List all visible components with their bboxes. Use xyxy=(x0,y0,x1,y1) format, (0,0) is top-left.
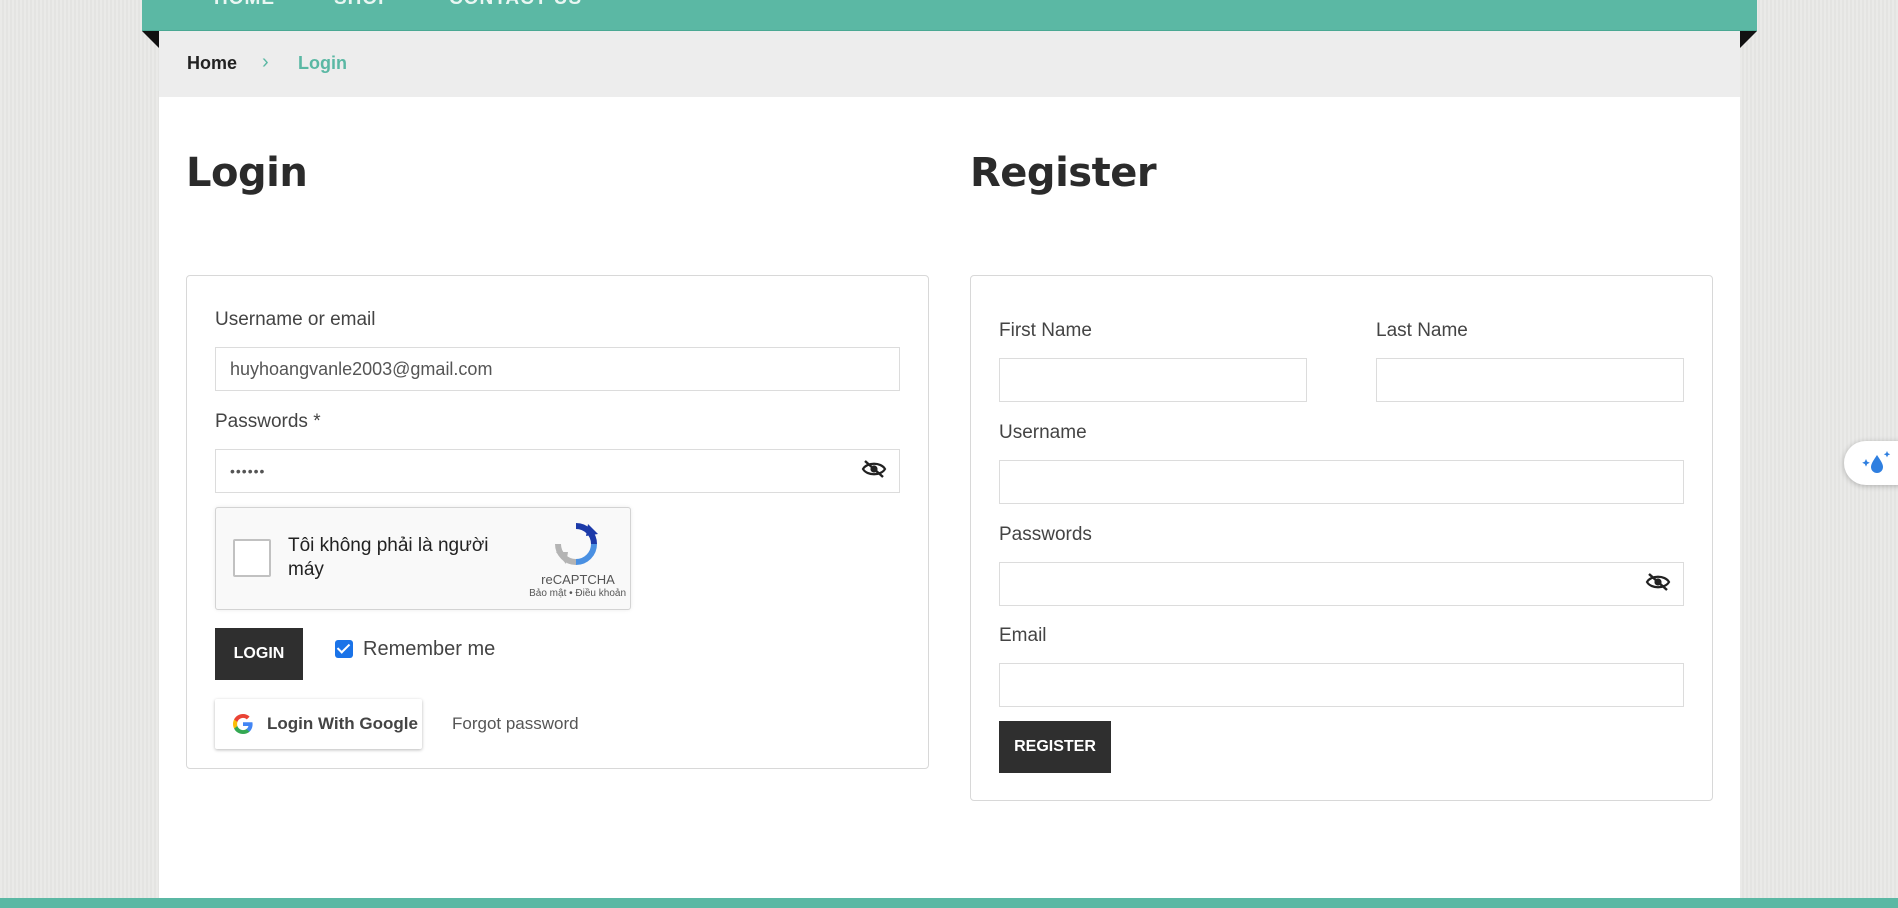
floating-tool-tab[interactable] xyxy=(1844,441,1898,485)
email-input[interactable] xyxy=(999,663,1684,707)
register-password-input[interactable] xyxy=(999,562,1684,606)
eye-slash-icon[interactable] xyxy=(861,459,887,479)
breadcrumb: Home › Login xyxy=(159,31,1740,97)
eye-slash-icon[interactable] xyxy=(1645,572,1671,592)
register-button[interactable]: REGISTER xyxy=(999,721,1111,773)
footer-accent-bar xyxy=(0,898,1898,908)
recaptcha-widget: Tôi không phải là người máy reCAPTCHA Bả… xyxy=(215,507,631,610)
breadcrumb-home-link[interactable]: Home xyxy=(187,53,237,74)
recaptcha-text: Tôi không phải là người máy xyxy=(288,535,489,580)
register-title: Register xyxy=(970,150,1157,196)
nav-item-contact[interactable]: CONTACT US xyxy=(449,0,582,10)
login-with-google-button[interactable]: Login With Google xyxy=(215,699,422,749)
nav-item-home[interactable]: HOME xyxy=(214,0,275,10)
google-logo-icon xyxy=(233,714,253,734)
login-title: Login xyxy=(186,150,308,196)
top-navigation: HOME SHOP CONTACT US xyxy=(142,0,1757,31)
recaptcha-links[interactable]: Bảo mật • Điều khoản xyxy=(506,588,626,599)
first-name-input[interactable] xyxy=(999,358,1307,402)
recaptcha-checkbox[interactable] xyxy=(233,539,271,577)
google-button-label: Login With Google xyxy=(267,714,418,733)
chevron-right-icon: › xyxy=(262,51,269,73)
register-password-label: Passwords xyxy=(999,524,1092,545)
password-input[interactable]: •••••• xyxy=(215,449,900,493)
remember-me-checkbox[interactable] xyxy=(335,640,353,658)
forgot-password-link[interactable]: Forgot password xyxy=(452,714,579,734)
register-username-label: Username xyxy=(999,422,1087,443)
last-name-input[interactable] xyxy=(1376,358,1684,402)
water-drop-sparkle-icon xyxy=(1862,451,1891,473)
last-name-label: Last Name xyxy=(1376,320,1468,341)
password-label: Passwords * xyxy=(215,411,321,432)
username-email-input[interactable]: huyhoangvanle2003@gmail.com xyxy=(215,347,900,391)
username-label: Username or email xyxy=(215,309,376,330)
nav-item-shop[interactable]: SHOP xyxy=(334,0,392,10)
login-button[interactable]: LOGIN xyxy=(215,628,303,680)
breadcrumb-current: Login xyxy=(298,53,347,73)
recaptcha-brand: reCAPTCHA xyxy=(541,572,615,587)
email-label: Email xyxy=(999,625,1047,646)
ribbon-fold-right xyxy=(1740,31,1757,48)
recaptcha-logo-icon xyxy=(555,523,598,565)
register-username-input[interactable] xyxy=(999,460,1684,504)
remember-me-label: Remember me xyxy=(363,638,496,660)
first-name-label: First Name xyxy=(999,320,1092,341)
ribbon-fold-left xyxy=(142,31,159,48)
